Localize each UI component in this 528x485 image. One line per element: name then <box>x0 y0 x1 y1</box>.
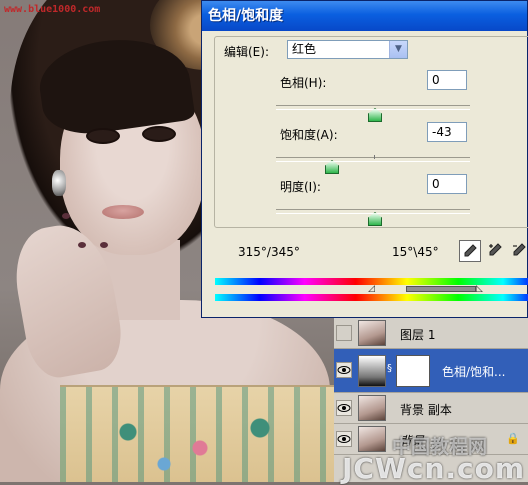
dress-pattern <box>80 400 320 480</box>
layer-row-selected[interactable]: § 色相/饱和... <box>334 349 528 393</box>
range-left-readout: 315°/345° <box>238 245 300 259</box>
hue-input[interactable]: 0 <box>427 70 467 90</box>
saturation-center-tick <box>374 155 375 159</box>
layer-name: 图层 1 <box>400 328 436 342</box>
adjustment-thumbnail <box>358 355 386 387</box>
edit-dropdown[interactable]: 红色 ▼ <box>287 40 408 59</box>
eyedropper-icon[interactable] <box>459 240 481 262</box>
layer-row[interactable]: 图层 1 <box>334 318 528 349</box>
hue-saturation-dialog: 色相/饱和度 编辑(E): 红色 ▼ 色相(H): 0 饱和度(A): -43 … <box>201 0 528 318</box>
chain-link-icon[interactable]: § <box>387 363 392 374</box>
earring <box>52 170 66 196</box>
chevron-down-icon[interactable]: ▼ <box>389 41 407 58</box>
saturation-input[interactable]: -43 <box>427 122 467 142</box>
layer-name: 色相/饱和... <box>442 365 506 379</box>
color-range-bar[interactable] <box>406 286 476 292</box>
nail <box>100 242 108 248</box>
site-tag: www.blue1000.com <box>4 4 101 15</box>
hue-slider-track[interactable] <box>276 105 470 110</box>
eyedropper-plus-icon[interactable] <box>485 240 507 262</box>
visibility-toggle[interactable] <box>336 325 352 341</box>
eye-icon[interactable] <box>336 431 352 447</box>
layer-thumbnail <box>358 395 386 421</box>
edit-label: 编辑(E): <box>224 45 269 59</box>
range-right-readout: 15°\45° <box>392 245 439 259</box>
dialog-titlebar[interactable]: 色相/饱和度 <box>202 1 527 31</box>
output-color-ramp <box>215 294 528 301</box>
left-eye <box>86 128 120 144</box>
range-right-falloff[interactable]: ◺ <box>476 284 483 294</box>
layer-thumbnail <box>358 320 386 346</box>
nail <box>62 213 70 219</box>
hue-label: 色相(H): <box>280 76 327 90</box>
watermark: JCWcn.com <box>342 452 526 485</box>
nail <box>78 242 86 248</box>
lips <box>102 205 144 219</box>
right-eye <box>142 126 176 142</box>
lightness-slider-track[interactable] <box>276 209 470 214</box>
lock-icon: 🔒 <box>506 432 520 445</box>
layer-name: 背景 副本 <box>400 403 452 417</box>
eyedropper-minus-icon[interactable] <box>509 240 528 262</box>
edit-dropdown-value: 红色 <box>292 42 317 56</box>
saturation-slider-track[interactable] <box>276 157 470 162</box>
layer-thumbnail <box>358 426 386 452</box>
lightness-label: 明度(I): <box>280 180 321 194</box>
eye-icon[interactable] <box>336 400 352 416</box>
settings-group <box>214 36 528 228</box>
range-left-falloff[interactable]: ◿ <box>368 284 375 294</box>
lightness-input[interactable]: 0 <box>427 174 467 194</box>
saturation-label: 饱和度(A): <box>280 128 338 142</box>
eye-icon[interactable] <box>336 362 352 378</box>
layer-mask-thumbnail[interactable] <box>396 355 430 387</box>
dialog-title: 色相/饱和度 <box>208 8 284 24</box>
layer-row[interactable]: 背景 副本 <box>334 393 528 424</box>
